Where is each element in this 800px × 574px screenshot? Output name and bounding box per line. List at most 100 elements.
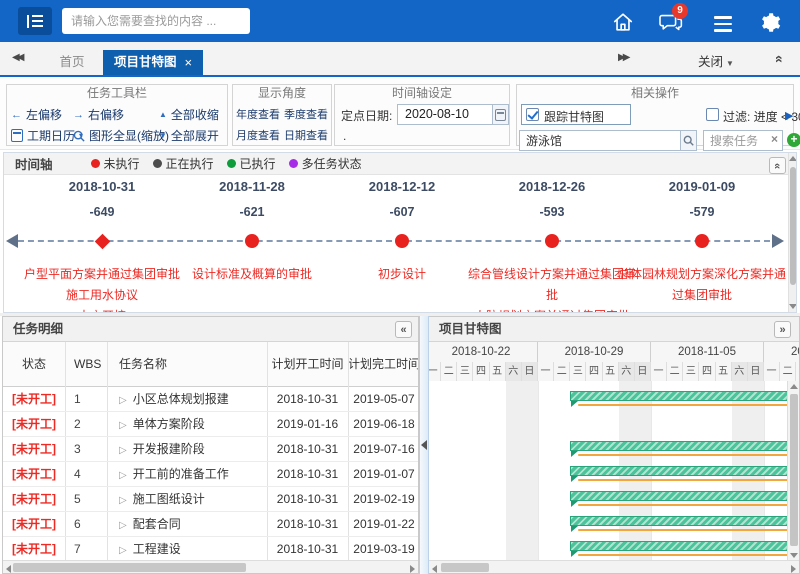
gantt-day-label: 六	[619, 362, 635, 381]
scrollbar-thumb[interactable]	[13, 563, 246, 572]
scroll-down-icon[interactable]	[790, 553, 798, 558]
collapse-all-button[interactable]: ▲全部收缩	[159, 106, 219, 123]
tab-home[interactable]: 首页	[40, 50, 104, 75]
milestone-marker-icon[interactable]	[545, 234, 559, 248]
home-icon[interactable]	[610, 9, 636, 35]
table-row[interactable]: [未开工] 6 ▷配套合同 2018-10-31 2019-01-22	[3, 512, 418, 537]
column-header-name[interactable]: 任务名称	[107, 342, 267, 387]
scroll-left-icon[interactable]	[6, 565, 11, 573]
fixed-date-input[interactable]: 2020-08-10	[397, 104, 493, 125]
milestone-label: 总体园林规划方案深化方案并通过集团审批	[615, 264, 789, 306]
milestone-offset: -649	[15, 205, 189, 219]
table-row[interactable]: [未开工] 3 ▷开发报建阶段 2018-10-31 2019-07-16	[3, 437, 418, 462]
expand-panel-button[interactable]: »	[774, 321, 791, 338]
table-row[interactable]: [未开工] 2 ▷单体方案阶段 2019-01-16 2019-06-18	[3, 412, 418, 437]
scroll-down-icon[interactable]	[789, 304, 797, 309]
expand-icon[interactable]: ▷	[119, 520, 127, 531]
scroll-up-icon[interactable]	[790, 384, 798, 389]
panel-splitter[interactable]	[419, 316, 429, 574]
gantt-bar-plan	[570, 541, 800, 551]
dot-text: .	[343, 129, 346, 143]
column-header-end[interactable]: 计划完工时间	[348, 342, 419, 387]
related-ops-panel: 相关操作 跟踪甘特图 过滤: 进度 < 30% ▶ × +	[516, 84, 794, 146]
table-row[interactable]: [未开工] 7 ▷工程建设 2018-10-31 2019-03-19	[3, 537, 418, 562]
gantt-day-label: 一	[538, 362, 554, 381]
table-row[interactable]: [未开工] 5 ▷施工图纸设计 2018-10-31 2019-02-19	[3, 487, 418, 512]
track-gantt-checkbox[interactable]	[526, 108, 539, 121]
tabs-scroll-left-icon[interactable]: ◀◀	[12, 52, 21, 63]
task-name: ▷开发报建阶段	[107, 437, 267, 462]
expand-icon[interactable]: ▷	[119, 445, 127, 456]
expand-all-button[interactable]: ▼全部展开	[159, 127, 219, 144]
gantt-bar[interactable]	[570, 391, 800, 407]
milestone-marker-icon[interactable]	[395, 234, 409, 248]
date-picker-button[interactable]	[493, 104, 509, 125]
table-row[interactable]: [未开工] 4 ▷开工前的准备工作 2018-10-31 2019-01-07	[3, 462, 418, 487]
collapse-panel-button[interactable]: «	[395, 321, 412, 338]
expand-icon[interactable]: ▷	[119, 395, 127, 406]
task-name: ▷工程建设	[107, 537, 267, 562]
collapse-toolbar-icon[interactable]: «	[776, 51, 784, 67]
scroll-up-icon[interactable]	[789, 156, 797, 161]
clear-search-icon[interactable]: ×	[771, 132, 778, 146]
shift-left-button[interactable]: ←左偏移	[11, 106, 62, 123]
gantt-panel-title: 项目甘特图	[439, 322, 502, 336]
column-header-wbs[interactable]: WBS	[65, 342, 107, 387]
tab-project-gantt[interactable]: 项目甘特图 ×	[103, 50, 203, 75]
global-search-input[interactable]	[71, 14, 241, 28]
gantt-bar[interactable]	[570, 491, 800, 507]
project-filter-input[interactable]	[520, 131, 680, 150]
zoom-fit-button[interactable]: 图形全显(缩放)	[73, 127, 169, 144]
gantt-bar[interactable]	[570, 441, 800, 457]
track-gantt-toggle[interactable]: 跟踪甘特图	[521, 104, 631, 125]
milestone-date: 2018-11-28	[165, 179, 339, 194]
milestone-marker-icon[interactable]	[695, 234, 709, 248]
search-button[interactable]	[681, 130, 697, 151]
task-horizontal-scrollbar[interactable]	[3, 560, 418, 573]
quarter-view-button[interactable]: 季度查看	[284, 106, 328, 122]
scroll-right-icon[interactable]	[410, 565, 415, 573]
menu-icon[interactable]	[710, 11, 736, 37]
expand-icon[interactable]: ▷	[119, 545, 127, 556]
date-view-button[interactable]: 日期查看	[284, 127, 328, 143]
shift-right-button[interactable]: →右偏移	[73, 106, 124, 123]
scrollbar-thumb[interactable]	[790, 167, 796, 285]
milestone-label: 土方开挖	[15, 306, 189, 313]
scrollbar-thumb[interactable]	[790, 394, 798, 546]
gantt-bar[interactable]	[570, 516, 800, 532]
expand-icon[interactable]: ▷	[119, 420, 127, 431]
column-header-start[interactable]: 计划开工时间	[267, 342, 348, 387]
expand-icon[interactable]: ▷	[119, 495, 127, 506]
milestone-label: 初步设计	[315, 264, 489, 285]
gantt-horizontal-scrollbar[interactable]	[429, 560, 799, 573]
timeline-vertical-scrollbar[interactable]	[788, 153, 796, 312]
milestone-marker-icon[interactable]	[94, 234, 110, 250]
expand-icon[interactable]: ▷	[119, 470, 127, 481]
year-view-button[interactable]: 年度查看	[236, 106, 280, 122]
splitter-handle-icon[interactable]	[421, 440, 427, 450]
play-icon[interactable]: ▶	[785, 109, 793, 122]
gantt-bar-marker-icon	[571, 476, 578, 482]
scroll-left-icon[interactable]	[432, 565, 437, 573]
add-icon[interactable]: +	[787, 133, 800, 147]
left-arrow-icon: ←	[11, 109, 22, 121]
gantt-day-label: 二	[441, 362, 457, 381]
messages-icon[interactable]: 9	[658, 9, 684, 35]
close-tab-icon[interactable]: ×	[184, 50, 192, 75]
tabs-scroll-right-icon[interactable]: ▶▶	[618, 52, 627, 63]
column-header-status[interactable]: 状态	[3, 342, 65, 387]
gantt-bar[interactable]	[570, 466, 800, 482]
gantt-day-label: 日	[748, 362, 764, 381]
gantt-bar[interactable]	[570, 541, 800, 557]
settings-icon[interactable]	[756, 9, 782, 35]
filter-progress-checkbox[interactable]	[706, 108, 719, 121]
table-row[interactable]: [未开工] 1 ▷小区总体规划报建 2018-10-31 2019-05-07	[3, 387, 418, 412]
milestone-marker-icon[interactable]	[245, 234, 259, 248]
month-view-button[interactable]: 月度查看	[236, 127, 280, 143]
task-status: [未开工]	[3, 512, 65, 537]
scroll-right-icon[interactable]	[791, 565, 796, 573]
gantt-vertical-scrollbar[interactable]	[787, 381, 799, 562]
close-menu-button[interactable]: 关闭▼	[698, 51, 734, 70]
scrollbar-thumb[interactable]	[441, 563, 489, 572]
sidebar-toggle-button[interactable]	[18, 7, 52, 35]
